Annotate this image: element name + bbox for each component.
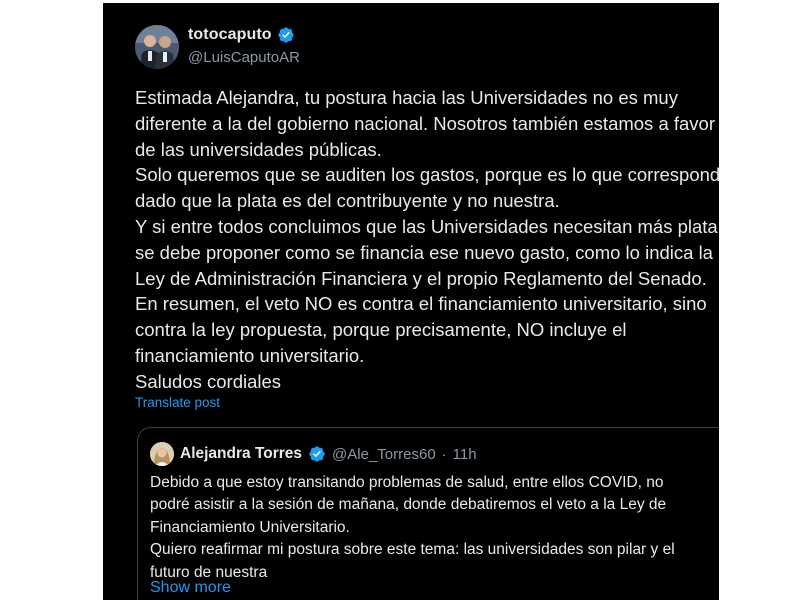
quote-line: Quiero reafirmar mi postura sobre este t… [150, 541, 675, 559]
quoted-author-name[interactable]: Alejandra Torres [180, 445, 302, 463]
author-handle[interactable]: @LuisCaputoAR [188, 49, 300, 66]
quoted-tweet-card[interactable]: Alejandra Torres @Ale_Torres60 · 11h Deb… [137, 427, 719, 600]
author-name-row[interactable]: totocaputo [188, 26, 295, 44]
tweet-line: Saludos cordiales [135, 370, 282, 392]
show-more-link[interactable]: Show more [150, 579, 231, 597]
tweet-line: se debe proponer como se financia ese nu… [135, 241, 713, 263]
quote-line: Debido a que estoy transitando problemas… [150, 474, 664, 491]
tweet-line: En resumen, el veto NO es contra el fina… [135, 293, 707, 315]
author-name[interactable]: totocaputo [188, 26, 272, 44]
tweet-line: Estimada Alejandra, tu postura hacia las… [135, 87, 678, 108]
tweet-panel: totocaputo @LuisCaputoAR Estimada Alejan… [103, 3, 719, 600]
tweet-line: Ley de Administración Financiera y el pr… [135, 267, 707, 289]
quoted-author-avatar[interactable] [150, 442, 174, 466]
tweet-line: diferente a la del gobierno nacional. No… [135, 112, 716, 134]
verified-badge-icon [308, 445, 326, 463]
translate-post-link[interactable]: Translate post [135, 395, 220, 410]
separator-dot: · [441, 445, 447, 463]
tweet-line: financiamiento universitario. [135, 344, 365, 366]
author-avatar[interactable] [135, 25, 179, 69]
page: totocaputo @LuisCaputoAR Estimada Alejan… [0, 0, 800, 600]
verified-badge-icon [277, 26, 295, 44]
tweet-body: Estimada Alejandra, tu postura hacia las… [135, 85, 719, 395]
tweet-line: Y si entre todos concluimos que las Univ… [135, 215, 719, 237]
quoted-tweet-body: Debido a que estoy transitando problemas… [150, 472, 675, 584]
quote-line: Financiamiento Universitario. [150, 518, 350, 536]
quoted-tweet-time[interactable]: 11h [453, 446, 477, 463]
quote-line: podré asistir a la sesión de mañana, don… [150, 496, 667, 514]
tweet-line: contra la ley propuesta, porque precisam… [135, 319, 627, 341]
tweet-line: Solo queremos que se auditen los gastos,… [135, 164, 719, 186]
tweet-line: dado que la plata es del contribuyente y… [135, 190, 560, 212]
quoted-tweet-header: Alejandra Torres @Ale_Torres60 · 11h [150, 442, 477, 466]
quoted-author-handle[interactable]: @Ale_Torres60 [332, 446, 436, 463]
tweet-line: de las universidades públicas. [135, 138, 382, 160]
